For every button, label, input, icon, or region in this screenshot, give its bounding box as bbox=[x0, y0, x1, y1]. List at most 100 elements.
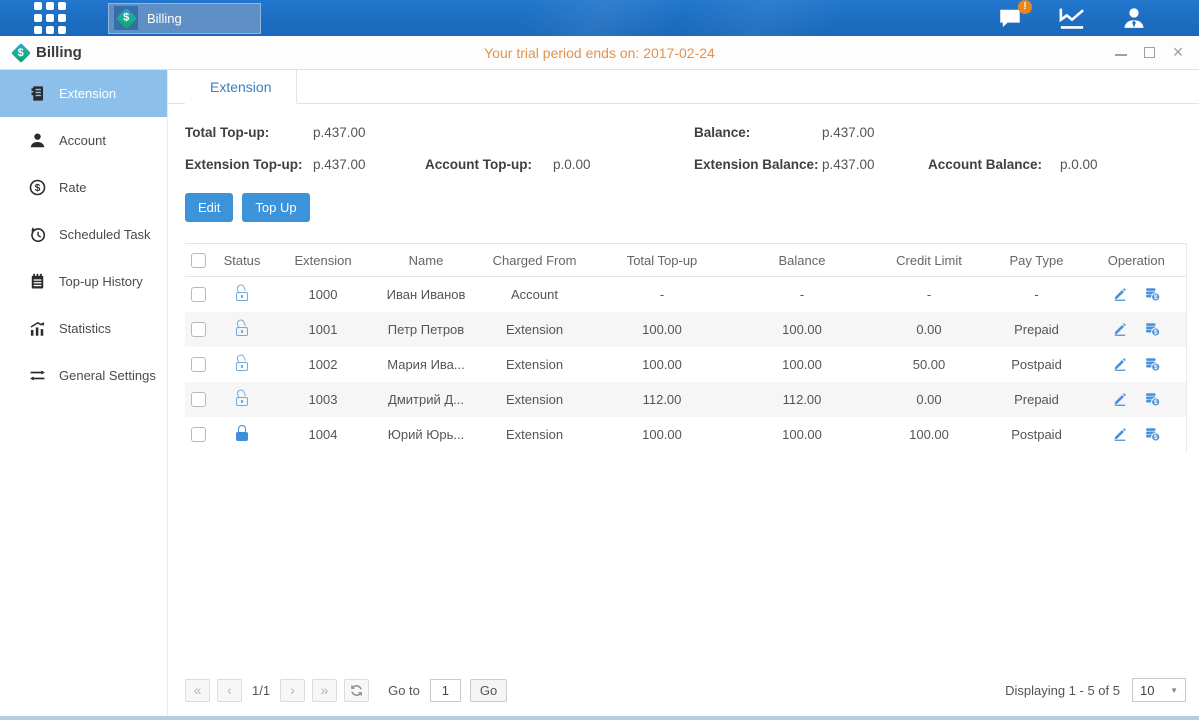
account-topup-value: p.0.00 bbox=[553, 157, 591, 172]
pay-type-cell: Postpaid bbox=[986, 417, 1087, 452]
rate-dollar-icon: $ bbox=[29, 179, 46, 196]
sidebar-item-extension[interactable]: Extension bbox=[0, 70, 167, 117]
account-balance-value: p.0.00 bbox=[1060, 157, 1098, 172]
total-topup-label: Total Top-up: bbox=[185, 125, 313, 140]
edit-row-icon[interactable] bbox=[1112, 391, 1128, 407]
sidebar-item-account[interactable]: Account bbox=[0, 117, 167, 164]
account-balance-label: Account Balance: bbox=[928, 157, 1060, 172]
row-checkbox[interactable] bbox=[191, 427, 206, 442]
balance-cell: 100.00 bbox=[732, 312, 872, 347]
status-lock-icon bbox=[235, 320, 249, 336]
row-checkbox[interactable] bbox=[191, 322, 206, 337]
top-up-row-icon[interactable]: $ bbox=[1144, 426, 1161, 442]
refresh-button[interactable] bbox=[344, 679, 369, 702]
maximize-button[interactable] bbox=[1144, 47, 1155, 58]
extensions-table: Status Extension Name Charged From Total… bbox=[185, 243, 1187, 452]
charged-from-cell: Extension bbox=[477, 417, 592, 452]
close-button[interactable]: × bbox=[1171, 46, 1185, 60]
user-account-icon[interactable] bbox=[1119, 5, 1149, 31]
credit-limit-cell: 100.00 bbox=[872, 417, 986, 452]
sidebar-item-label: General Settings bbox=[59, 368, 156, 383]
table-body: 1000Иван ИвановAccount----$1001Петр Петр… bbox=[185, 277, 1186, 452]
sidebar-item-label: Statistics bbox=[59, 321, 111, 336]
minimize-button[interactable] bbox=[1115, 49, 1127, 56]
credit-limit-cell: 0.00 bbox=[872, 382, 986, 417]
select-all-checkbox[interactable] bbox=[191, 253, 206, 268]
col-balance: Balance bbox=[732, 244, 872, 277]
extension-cell: 1003 bbox=[271, 382, 375, 417]
system-taskbar: $ Billing ! bbox=[0, 0, 1199, 36]
status-lock-icon bbox=[235, 285, 249, 301]
pagination-bar: « ‹ 1/1 › » Go to Go Displaying 1 - 5 of… bbox=[185, 678, 1186, 702]
row-checkbox[interactable] bbox=[191, 357, 206, 372]
topup-history-notebook-icon bbox=[29, 273, 46, 290]
charged-from-cell: Extension bbox=[477, 347, 592, 382]
pay-type-cell: Prepaid bbox=[986, 382, 1087, 417]
edit-row-icon[interactable] bbox=[1112, 426, 1128, 442]
name-cell: Иван Иванов bbox=[375, 277, 477, 312]
total-topup-cell: - bbox=[592, 277, 732, 312]
trial-period-notice: Your trial period ends on: 2017-02-24 bbox=[484, 45, 715, 61]
billing-app-icon: $ bbox=[114, 6, 138, 30]
row-checkbox[interactable] bbox=[191, 287, 206, 302]
edit-button[interactable]: Edit bbox=[185, 193, 233, 222]
chevron-down-icon: ▼ bbox=[1170, 686, 1178, 695]
go-button[interactable]: Go bbox=[470, 679, 507, 702]
col-pay-type: Pay Type bbox=[986, 244, 1087, 277]
svg-text:$: $ bbox=[1154, 329, 1158, 336]
goto-page-input[interactable] bbox=[430, 679, 461, 702]
account-balance-field: Account Balance: p.0.00 bbox=[928, 157, 1186, 172]
sidebar-item-topup-history[interactable]: Top-up History bbox=[0, 258, 167, 305]
billing-app-window: $ Billing ! $ bbox=[0, 0, 1199, 720]
notifications-chat-icon[interactable]: ! bbox=[995, 5, 1025, 31]
sidebar-item-statistics[interactable]: Statistics bbox=[0, 305, 167, 352]
balance-cell: 100.00 bbox=[732, 417, 872, 452]
sidebar-item-rate[interactable]: $ Rate bbox=[0, 164, 167, 211]
sidebar-item-label: Rate bbox=[59, 180, 86, 195]
top-up-row-icon[interactable]: $ bbox=[1144, 321, 1161, 337]
edit-row-icon[interactable] bbox=[1112, 286, 1128, 302]
sidebar-item-scheduled-task[interactable]: Scheduled Task bbox=[0, 211, 167, 258]
pay-type-cell: - bbox=[986, 277, 1087, 312]
resource-monitor-chart-icon[interactable] bbox=[1057, 5, 1087, 31]
first-page-button[interactable]: « bbox=[185, 679, 210, 702]
credit-limit-cell: - bbox=[872, 277, 986, 312]
col-extension: Extension bbox=[271, 244, 375, 277]
svg-text:$: $ bbox=[1154, 399, 1158, 406]
notification-badge: ! bbox=[1018, 0, 1032, 14]
edit-row-icon[interactable] bbox=[1112, 356, 1128, 372]
row-checkbox[interactable] bbox=[191, 392, 206, 407]
top-up-button[interactable]: Top Up bbox=[242, 193, 309, 222]
extension-balance-field: Extension Balance: p.437.00 bbox=[694, 157, 928, 172]
billing-title-icon: $ bbox=[11, 43, 31, 63]
top-up-row-icon[interactable]: $ bbox=[1144, 286, 1161, 302]
app-launcher-grid-icon[interactable] bbox=[34, 2, 66, 34]
tab-extension[interactable]: Extension bbox=[185, 70, 297, 104]
top-up-row-icon[interactable]: $ bbox=[1144, 391, 1161, 407]
window-title: Billing bbox=[36, 44, 82, 61]
window-titlebar: $ Billing Your trial period ends on: 201… bbox=[0, 36, 1199, 70]
total-topup-cell: 112.00 bbox=[592, 382, 732, 417]
top-up-row-icon[interactable]: $ bbox=[1144, 356, 1161, 372]
page-size-select[interactable]: 10 ▼ bbox=[1132, 678, 1186, 702]
col-name: Name bbox=[375, 244, 477, 277]
name-cell: Юрий Юрь... bbox=[375, 417, 477, 452]
total-topup-cell: 100.00 bbox=[592, 312, 732, 347]
sidebar-item-general-settings[interactable]: General Settings bbox=[0, 352, 167, 399]
prev-page-button[interactable]: ‹ bbox=[217, 679, 242, 702]
extension-topup-label: Extension Top-up: bbox=[185, 157, 313, 172]
taskbar-item-billing[interactable]: $ Billing bbox=[108, 3, 261, 34]
balance-value: p.437.00 bbox=[822, 125, 875, 140]
taskbar-item-label: Billing bbox=[147, 11, 182, 26]
extension-cell: 1002 bbox=[271, 347, 375, 382]
next-page-button[interactable]: › bbox=[280, 679, 305, 702]
credit-limit-cell: 50.00 bbox=[872, 347, 986, 382]
last-page-button[interactable]: » bbox=[312, 679, 337, 702]
total-topup-field: Total Top-up: p.437.00 bbox=[185, 125, 694, 140]
credit-limit-cell: 0.00 bbox=[872, 312, 986, 347]
page-indicator: 1/1 bbox=[252, 683, 270, 698]
table-header-row: Status Extension Name Charged From Total… bbox=[185, 244, 1186, 277]
sidebar-item-label: Extension bbox=[59, 86, 116, 101]
pay-type-cell: Postpaid bbox=[986, 347, 1087, 382]
edit-row-icon[interactable] bbox=[1112, 321, 1128, 337]
